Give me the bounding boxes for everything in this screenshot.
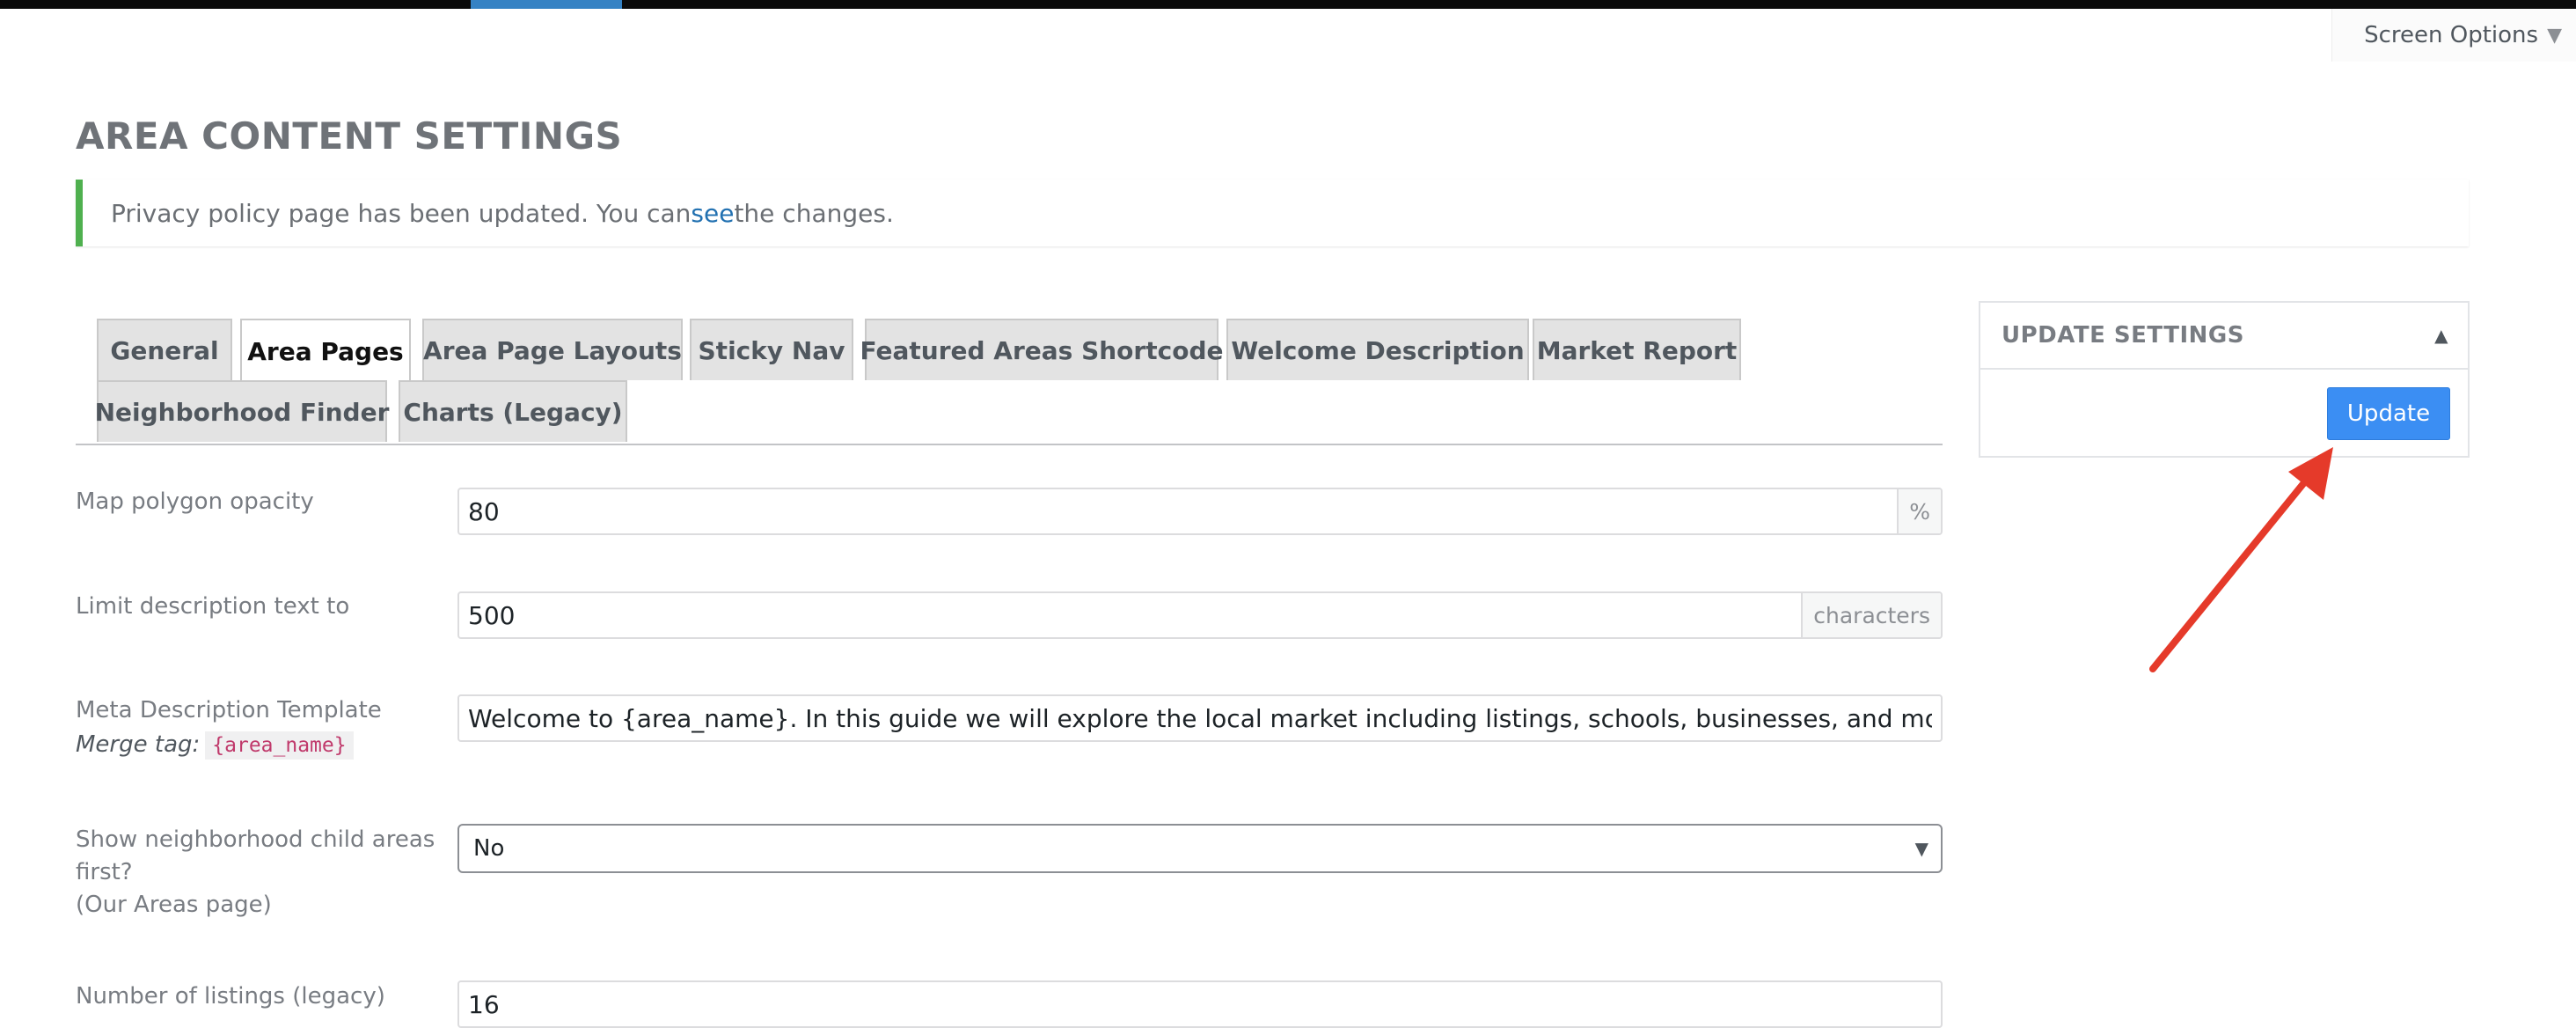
- update-button[interactable]: Update: [2327, 387, 2450, 440]
- tab-area-page-layouts[interactable]: Area Page Layouts: [422, 319, 683, 380]
- meta-description-label: Meta Description Template: [76, 697, 382, 723]
- notice-text-after: the changes.: [734, 198, 894, 228]
- tab-market-report[interactable]: Market Report: [1533, 319, 1741, 380]
- show-child-areas-label-line1: Show neighborhood child areas: [76, 826, 435, 853]
- admin-top-bar: [0, 0, 2576, 9]
- meta-description-field: [457, 694, 1943, 742]
- tab-neighborhood-finder[interactable]: Neighborhood Finder: [95, 380, 389, 442]
- collapse-triangle-icon[interactable]: ▲: [2434, 325, 2448, 346]
- meta-description-label-block: Meta Description Template Merge tag: {are…: [76, 694, 382, 762]
- map-opacity-label: Map polygon opacity: [76, 488, 314, 515]
- tab-general[interactable]: General: [97, 319, 232, 380]
- map-opacity-input[interactable]: [459, 489, 1898, 533]
- percent-addon: %: [1897, 489, 1941, 533]
- page-title: AREA CONTENT SETTINGS: [76, 114, 623, 158]
- screen-options-label: Screen Options: [2364, 22, 2539, 48]
- settings-tabs: General Area Pages Area Page Layouts Sti…: [76, 319, 1943, 445]
- tab-sticky-nav[interactable]: Sticky Nav: [690, 319, 853, 380]
- show-child-areas-label-line2: first?: [76, 859, 133, 885]
- number-of-listings-input[interactable]: [459, 982, 1941, 1026]
- merge-tag-label: Merge tag:: [76, 731, 201, 758]
- meta-description-input[interactable]: [459, 696, 1941, 740]
- chevron-down-icon: ▼: [1914, 838, 1928, 859]
- tab-welcome-description[interactable]: Welcome Description: [1226, 319, 1529, 380]
- show-child-areas-select[interactable]: No ▼: [457, 824, 1943, 873]
- show-child-areas-label-line3: (Our Areas page): [76, 892, 272, 918]
- screen-options-toggle[interactable]: Screen Options ▼: [2331, 9, 2576, 62]
- number-of-listings-label: Number of listings (legacy): [76, 983, 385, 1010]
- caret-down-icon: ▼: [2547, 24, 2562, 47]
- annotation-arrow-shaft: [2149, 473, 2313, 672]
- characters-addon: characters: [1801, 593, 1941, 637]
- show-child-areas-value: No: [473, 835, 505, 862]
- update-settings-header[interactable]: UPDATE SETTINGS ▲: [1980, 303, 2468, 370]
- update-settings-title: UPDATE SETTINGS: [2002, 322, 2244, 349]
- map-opacity-field: %: [457, 488, 1943, 535]
- number-of-listings-field: [457, 980, 1943, 1028]
- limit-description-input[interactable]: [459, 593, 1802, 637]
- merge-tag-code: {area_name}: [205, 731, 354, 760]
- success-notice: Privacy policy page has been updated. Yo…: [76, 180, 2469, 246]
- admin-bar-active-indicator: [471, 0, 622, 9]
- limit-description-field: characters: [457, 591, 1943, 639]
- merge-tag-line: Merge tag: {area_name}: [76, 729, 382, 762]
- notice-text-before: Privacy policy page has been updated. Yo…: [111, 198, 692, 228]
- notice-see-link[interactable]: see: [691, 199, 734, 228]
- update-settings-box: UPDATE SETTINGS ▲ Update: [1979, 301, 2470, 458]
- tab-area-pages[interactable]: Area Pages: [240, 319, 411, 382]
- limit-description-label: Limit description text to: [76, 593, 350, 620]
- tab-charts-legacy[interactable]: Charts (Legacy): [399, 380, 627, 442]
- show-child-areas-label-block: Show neighborhood child areas first? (Ou…: [76, 824, 435, 922]
- tab-featured-areas-shortcode[interactable]: Featured Areas Shortcode: [860, 319, 1223, 380]
